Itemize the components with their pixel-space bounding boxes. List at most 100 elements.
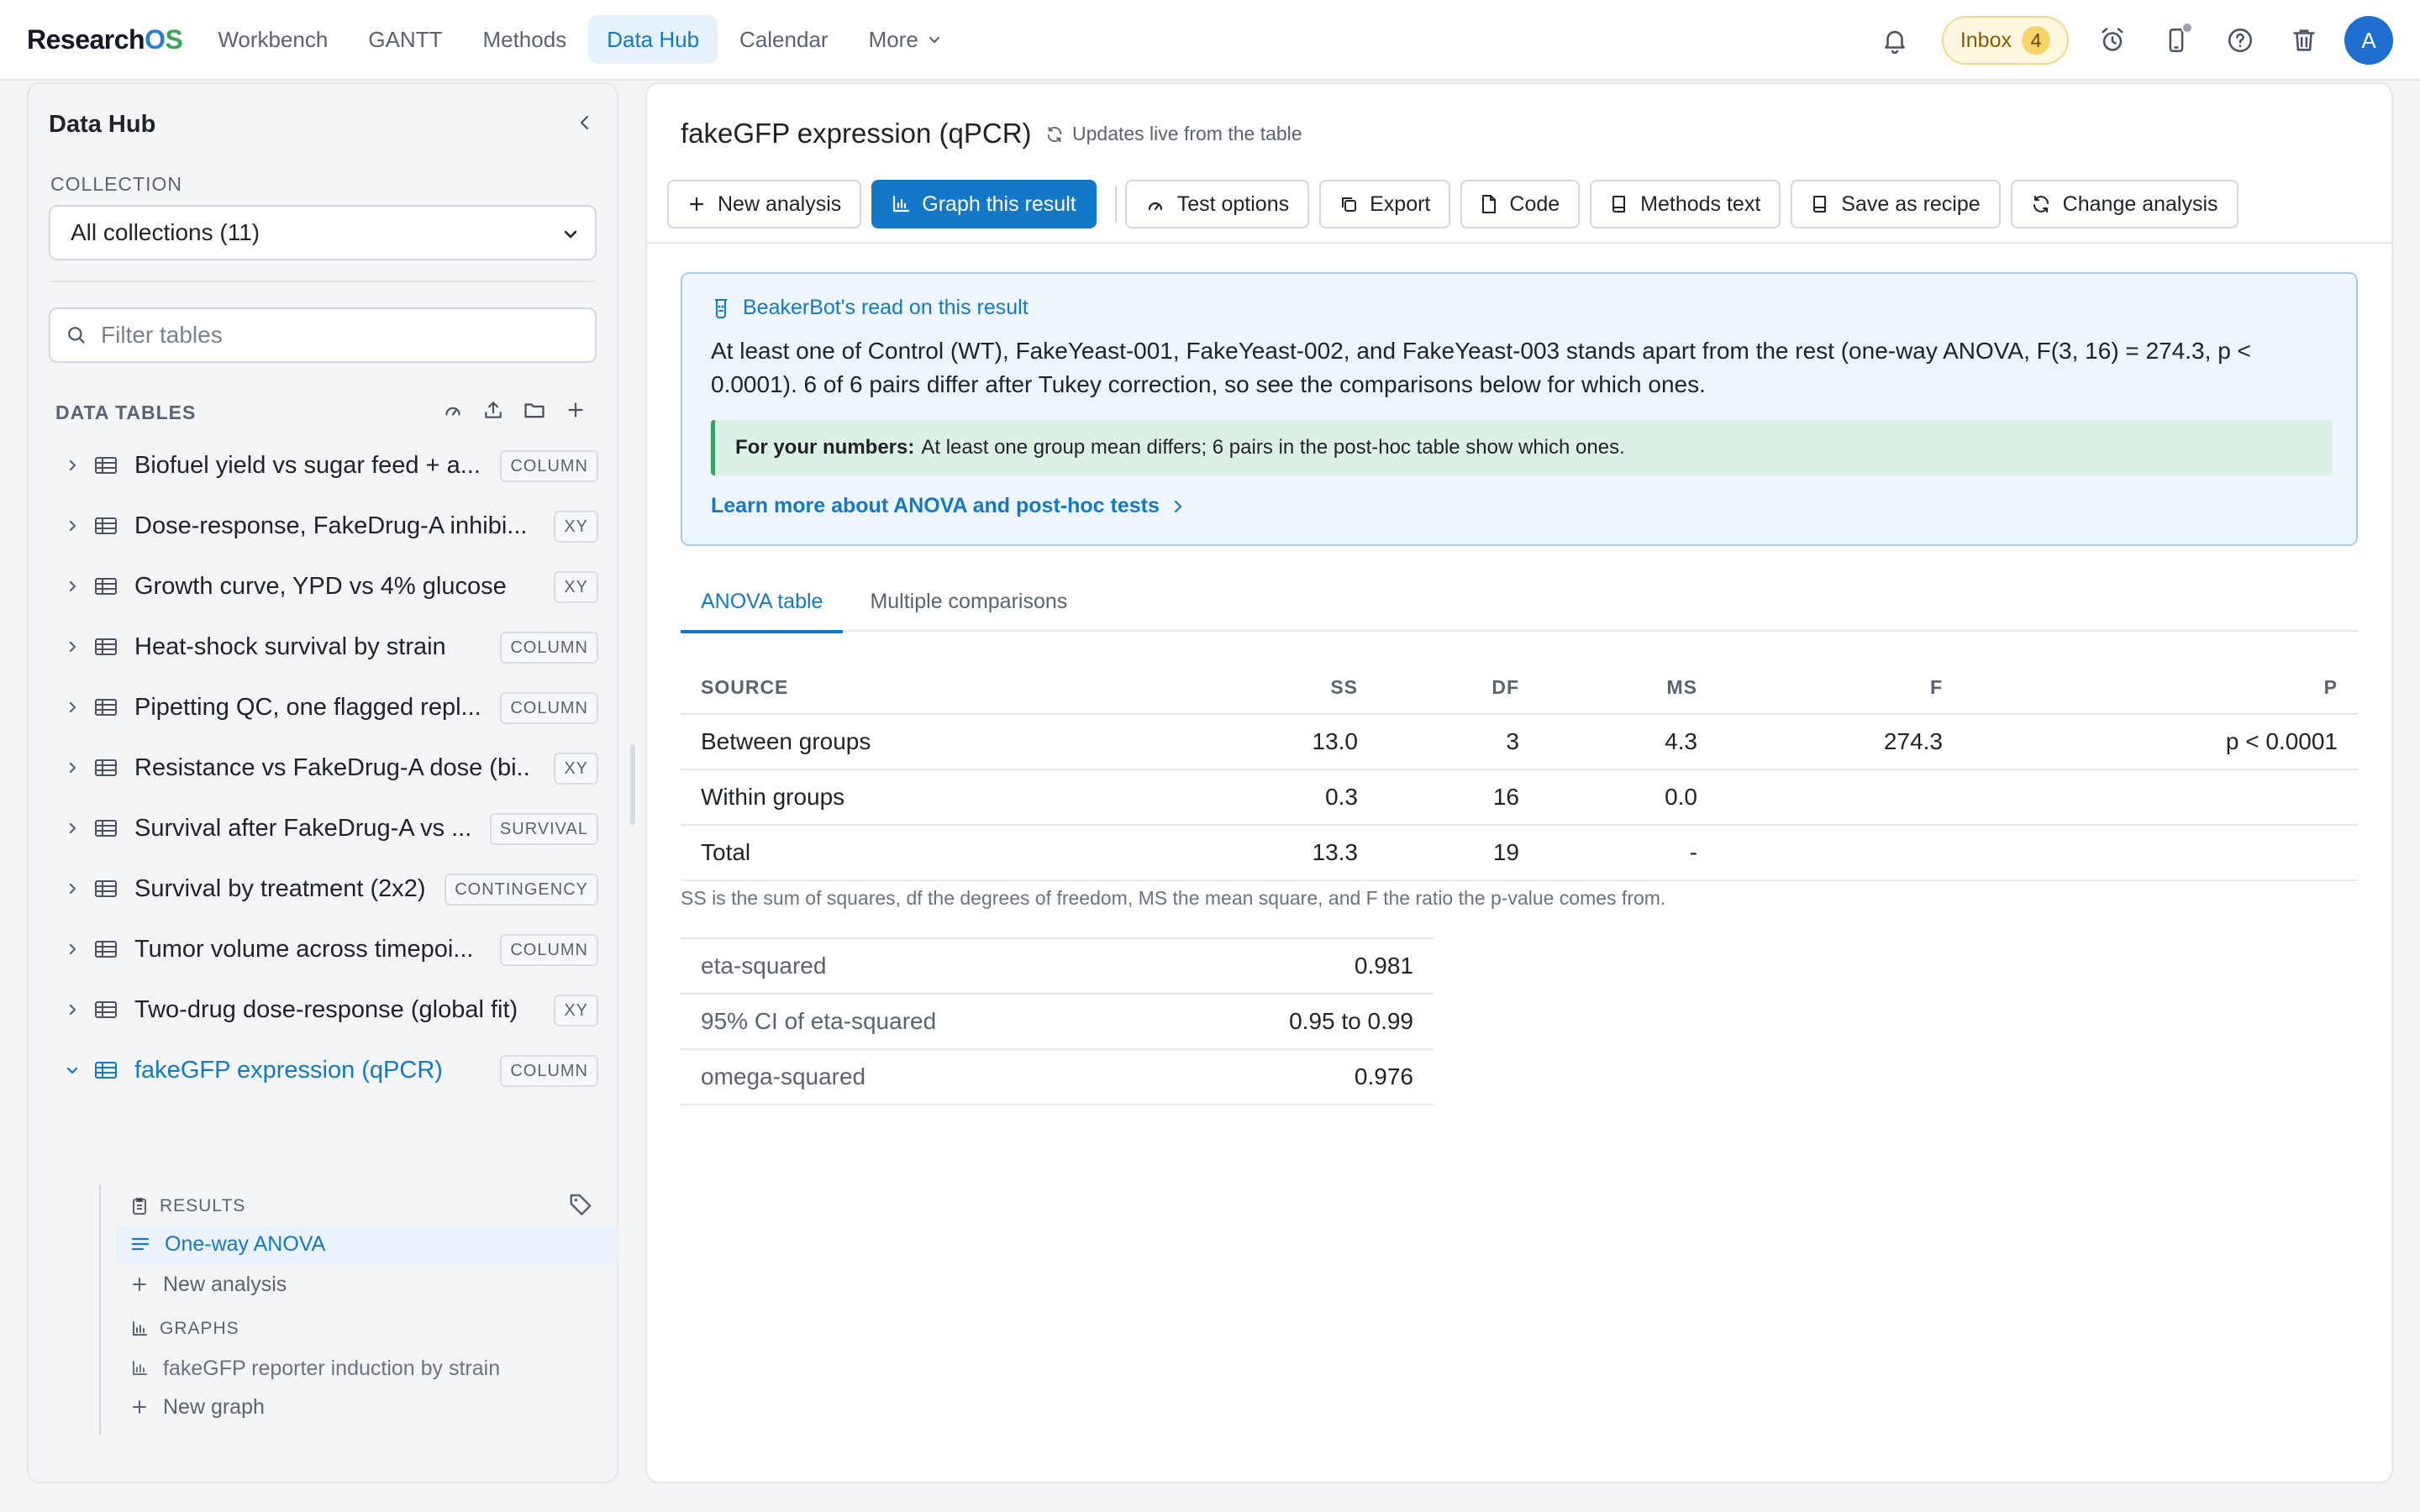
- copy-icon: [1342, 197, 1357, 212]
- nav-workbench[interactable]: Workbench: [199, 15, 346, 64]
- data-table-item[interactable]: Pipetting QC, one flagged repl... COLUMN: [49, 677, 613, 738]
- data-table-item[interactable]: Biofuel yield vs sugar feed + a... COLUM…: [49, 435, 613, 496]
- bell-icon[interactable]: [1871, 17, 1918, 64]
- file-icon: [1482, 195, 1497, 213]
- bar-chart-icon: [893, 195, 910, 213]
- nav-calendar[interactable]: Calendar: [721, 15, 847, 64]
- nav-more[interactable]: More: [850, 15, 960, 64]
- data-table-name: Biofuel yield vs sugar feed + a...: [134, 451, 479, 479]
- learn-more-link[interactable]: Learn more about ANOVA and post-hoc test…: [711, 494, 1185, 518]
- graph-this-result-button[interactable]: Graph this result: [871, 180, 1097, 228]
- table-cell: 274.3: [1718, 714, 1963, 770]
- table-icon: [94, 818, 118, 838]
- data-table-name: Tumor volume across timepoi...: [134, 935, 474, 963]
- table-type-badge: XY: [554, 753, 598, 785]
- collection-select-value: All collections (11): [71, 219, 260, 245]
- data-table-item[interactable]: Survival after FakeDrug-A vs ... SURVIVA…: [49, 798, 613, 858]
- gauge-icon[interactable]: [442, 399, 464, 421]
- collapse-sidebar-icon[interactable]: [575, 113, 595, 133]
- collection-select[interactable]: All collections (11): [49, 205, 597, 260]
- app-logo[interactable]: ResearchOS: [27, 24, 183, 55]
- data-table-item[interactable]: Dose-response, FakeDrug-A inhibi... XY: [49, 496, 613, 556]
- data-table-item[interactable]: Tumor volume across timepoi... COLUMN: [49, 919, 613, 979]
- data-table-name: Survival by treatment (2x2): [134, 874, 426, 902]
- code-button[interactable]: Code: [1460, 180, 1581, 228]
- chevron-right-icon[interactable]: [57, 760, 87, 775]
- data-table-item-selected[interactable]: fakeGFP expression (qPCR) COLUMN: [49, 1040, 613, 1100]
- tab-multiple-comparisons[interactable]: Multiple comparisons: [850, 581, 1087, 632]
- chevron-right-icon[interactable]: [57, 518, 87, 533]
- effect-size-label: 95% CI of eta-squared: [681, 994, 1153, 1050]
- chevron-right-icon[interactable]: [57, 821, 87, 836]
- data-table-item[interactable]: Resistance vs FakeDrug-A dose (bi... XY: [49, 738, 613, 798]
- insight-body: At least one of Control (WT), FakeYeast-…: [711, 338, 2251, 397]
- nav-gantt[interactable]: GANTT: [350, 15, 460, 64]
- insight-callout-label: For your numbers:: [735, 436, 915, 459]
- graph-item[interactable]: fakeGFP reporter induction by strain: [131, 1349, 500, 1388]
- save-as-recipe-button[interactable]: Save as recipe: [1791, 180, 2001, 228]
- new-analysis-link[interactable]: New analysis: [131, 1265, 287, 1304]
- tab-anova-table[interactable]: ANOVA table: [681, 581, 844, 633]
- toolbar-divider: [1114, 186, 1117, 223]
- data-table-item[interactable]: Growth curve, YPD vs 4% glucose XY: [49, 556, 613, 617]
- nav-methods[interactable]: Methods: [464, 15, 585, 64]
- chevron-down-icon[interactable]: [57, 1063, 87, 1078]
- user-avatar[interactable]: A: [2344, 16, 2393, 65]
- data-table-item[interactable]: Heat-shock survival by strain COLUMN: [49, 617, 613, 677]
- new-graph-link[interactable]: New graph: [131, 1388, 265, 1426]
- test-options-button[interactable]: Test options: [1124, 180, 1310, 228]
- main-nav: Workbench GANTT Methods Data Hub Calenda…: [199, 15, 963, 64]
- folder-icon[interactable]: [523, 398, 546, 422]
- table-cell: 0.0: [1539, 769, 1718, 826]
- help-icon[interactable]: [2217, 17, 2264, 64]
- refresh-icon: [2033, 196, 2049, 213]
- chevron-right-icon[interactable]: [57, 942, 87, 957]
- table-type-badge: COLUMN: [500, 1055, 598, 1087]
- chevron-right-icon[interactable]: [57, 579, 87, 594]
- top-navigation-bar: ResearchOS Workbench GANTT Methods Data …: [0, 0, 2420, 81]
- phone-icon[interactable]: [2153, 17, 2200, 64]
- filter-tables-field[interactable]: [49, 307, 597, 363]
- table-cell: p < 0.0001: [1963, 714, 2358, 770]
- chevron-right-icon[interactable]: [57, 1002, 87, 1017]
- change-analysis-button[interactable]: Change analysis: [2010, 180, 2238, 228]
- beaker-icon: [715, 298, 727, 318]
- methods-text-button[interactable]: Methods text: [1590, 180, 1781, 228]
- data-table-item[interactable]: Survival by treatment (2x2) CONTINGENCY: [49, 858, 613, 919]
- data-table-name: Resistance vs FakeDrug-A dose (bi...: [134, 753, 529, 781]
- result-one-way-anova[interactable]: One-way ANOVA: [116, 1225, 620, 1263]
- plus-icon[interactable]: [565, 399, 587, 421]
- alarm-clock-icon[interactable]: [2089, 17, 2136, 64]
- toolbar-divider: [647, 242, 2391, 244]
- live-update-note: Updates live from the table: [1045, 123, 1302, 145]
- panel-resize-handle[interactable]: [630, 744, 635, 825]
- data-table-item[interactable]: Two-drug dose-response (global fit) XY: [49, 979, 613, 1040]
- chevron-right-icon[interactable]: [57, 881, 87, 896]
- nav-data-hub[interactable]: Data Hub: [588, 15, 718, 64]
- table-cell: Between groups: [681, 714, 1185, 770]
- bar-chart-icon: [133, 1361, 147, 1375]
- upload-icon[interactable]: [482, 399, 504, 421]
- tag-icon[interactable]: [568, 1191, 593, 1216]
- nav-more-label: More: [868, 26, 918, 52]
- data-hub-sidebar: Data Hub COLLECTION All collections (11)…: [27, 82, 620, 1483]
- table-cell: [1718, 825, 1963, 881]
- data-table-name: fakeGFP expression (qPCR): [134, 1056, 443, 1084]
- chevron-right-icon[interactable]: [57, 458, 87, 473]
- chevron-right-icon[interactable]: [57, 639, 87, 654]
- results-section-label: RESULTS: [131, 1196, 245, 1216]
- trash-icon[interactable]: [2281, 17, 2328, 64]
- filter-tables-input[interactable]: [101, 322, 571, 349]
- plus-icon: [133, 1400, 146, 1414]
- table-type-badge: COLUMN: [500, 632, 598, 664]
- table-type-badge: XY: [554, 511, 598, 543]
- plus-icon: [689, 197, 704, 212]
- result-toolbar: New analysis Graph this result Test opti…: [667, 180, 2249, 228]
- export-button[interactable]: Export: [1319, 180, 1451, 228]
- table-icon: [94, 637, 118, 657]
- inbox-button[interactable]: Inbox 4: [1941, 16, 2069, 65]
- chevron-right-icon[interactable]: [57, 700, 87, 715]
- table-icon: [94, 697, 118, 717]
- new-analysis-button[interactable]: New analysis: [667, 180, 862, 228]
- table-row: Total 13.3 19 -: [681, 825, 2358, 881]
